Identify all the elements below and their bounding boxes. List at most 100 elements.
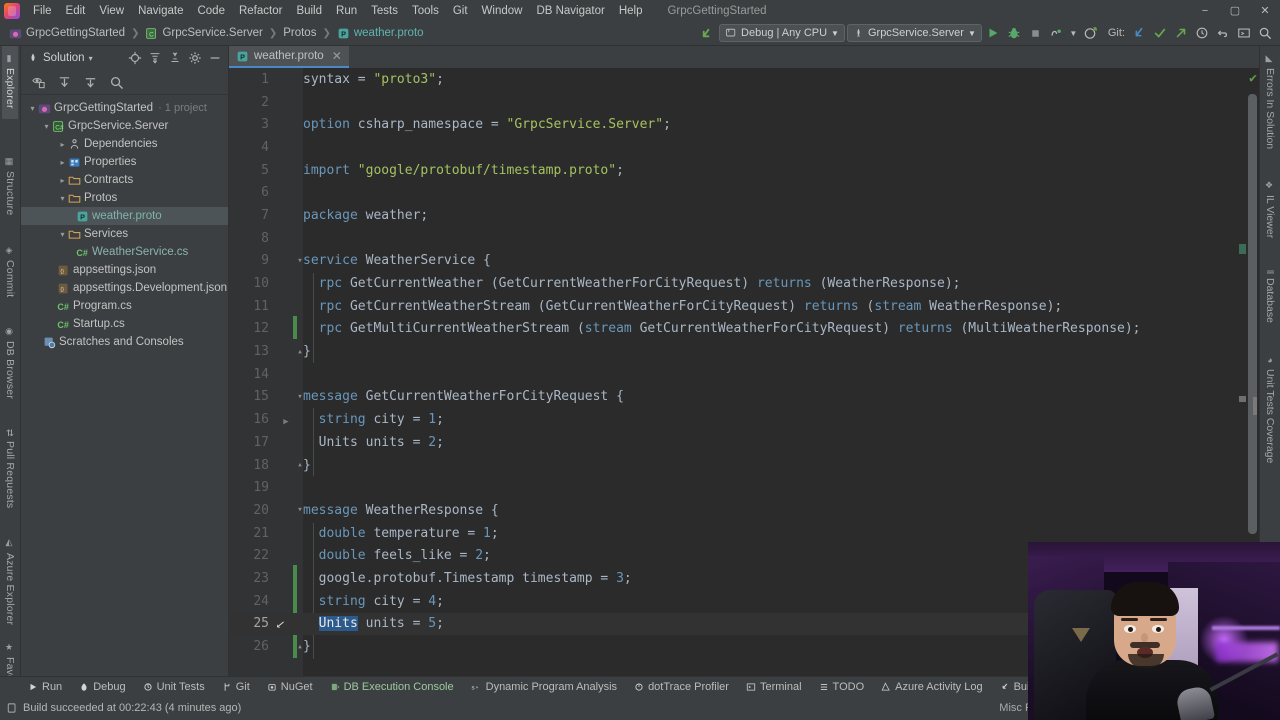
code-line[interactable]: 2 <box>229 91 1259 114</box>
menu-file[interactable]: File <box>26 3 59 19</box>
code-line[interactable]: 20 ▾ message WeatherResponse { <box>229 499 1259 522</box>
breadcrumb-solution[interactable]: GrpcGettingStarted <box>6 26 128 41</box>
code-text[interactable]: service WeatherService { <box>303 253 491 268</box>
tree-item-weather-proto[interactable]: P weather.proto <box>21 207 228 225</box>
code-line[interactable]: 14 <box>229 363 1259 386</box>
search-icon[interactable] <box>107 73 126 92</box>
menu-edit[interactable]: Edit <box>59 3 93 19</box>
git-update-button[interactable] <box>1129 24 1148 43</box>
breadcrumb-project[interactable]: C GrpcService.Server <box>142 26 265 41</box>
stop-button[interactable] <box>1026 24 1045 43</box>
tree-item-protos[interactable]: ▾ Protos <box>21 189 228 207</box>
code-line[interactable]: 1 syntax = "proto3"; <box>229 68 1259 91</box>
git-history-button[interactable] <box>1192 24 1211 43</box>
tool-button-dottrace-profiler[interactable]: dotTrace Profiler <box>632 680 731 694</box>
menu-view[interactable]: View <box>92 3 131 19</box>
minimize-button[interactable]: − <box>1190 0 1220 21</box>
chevron-down-icon[interactable]: ▾ <box>57 193 68 204</box>
tool-button-debug[interactable]: Debug <box>77 680 127 694</box>
stripe-marker[interactable] <box>1239 396 1246 402</box>
solution-view-selector[interactable]: Solution ▾ <box>27 52 93 64</box>
menu-refactor[interactable]: Refactor <box>232 3 289 19</box>
inspection-status-icon[interactable]: ✔ <box>1249 71 1257 86</box>
search-everywhere-button[interactable] <box>1255 24 1274 43</box>
code-line[interactable]: 10 rpc GetCurrentWeather (GetCurrentWeat… <box>229 272 1259 295</box>
tree-item-startup-cs[interactable]: C# Startup.cs <box>21 315 228 333</box>
menu-run[interactable]: Run <box>329 3 364 19</box>
debug-button[interactable] <box>1005 24 1024 43</box>
code-text[interactable]: import "google/protobuf/timestamp.proto"… <box>303 163 624 178</box>
tree-item-properties[interactable]: ▸ Properties <box>21 153 228 171</box>
tool-button-dynamic-program-analysis[interactable]: ѕ◔ Dynamic Program Analysis <box>469 680 619 694</box>
code-text[interactable]: Units units = 5; <box>303 616 444 632</box>
code-text[interactable]: rpc GetMultiCurrentWeatherStream (stream… <box>303 321 1141 336</box>
chevron-down-icon[interactable]: ▾ <box>41 121 52 132</box>
chevron-right-icon[interactable]: ▸ <box>57 157 68 168</box>
back-arrow-icon[interactable] <box>698 24 717 43</box>
code-line[interactable]: 13 ▴} <box>229 340 1259 363</box>
code-line[interactable]: 17 Units units = 2; <box>229 431 1259 454</box>
sidebar-item-errors-in-solution[interactable]: ◣ Errors In Solution <box>1262 46 1278 159</box>
profile-dropdown-icon[interactable]: ▼ <box>1068 24 1079 43</box>
tree-item-project[interactable]: ▾ C# GrpcService.Server <box>21 117 228 135</box>
code-line[interactable]: 19 <box>229 476 1259 499</box>
chevron-down-icon[interactable]: ▾ <box>57 229 68 240</box>
code-text[interactable]: string city = 4; <box>303 594 444 609</box>
profile-button[interactable] <box>1047 24 1066 43</box>
tree-item-program-cs[interactable]: C# Program.cs <box>21 297 228 315</box>
chevron-down-icon[interactable]: ▾ <box>27 103 38 114</box>
code-text[interactable]: syntax = "proto3"; <box>303 72 444 87</box>
run-gutter-icon[interactable]: ▶ <box>279 417 293 427</box>
expand-all-icon[interactable] <box>145 49 164 68</box>
undo-button[interactable] <box>1213 24 1232 43</box>
tree-item-services[interactable]: ▾ Services <box>21 225 228 243</box>
code-line[interactable]: 15 ▾ message GetCurrentWeatherForCityReque… <box>229 386 1259 409</box>
code-line[interactable]: 5 import "google/protobuf/timestamp.proto… <box>229 159 1259 182</box>
fold-expand-icon[interactable]: ▴ <box>293 642 307 652</box>
sidebar-item-il-viewer[interactable]: ❖ IL Viewer <box>1262 173 1278 248</box>
sidebar-item-commit[interactable]: ◈ Commit <box>2 238 18 308</box>
code-text[interactable]: message WeatherResponse { <box>303 503 499 518</box>
breadcrumb-folder[interactable]: Protos <box>280 26 319 40</box>
maximize-button[interactable]: ▢ <box>1220 0 1250 21</box>
sidebar-item-pull-requests[interactable]: ⇄ Pull Requests <box>2 421 18 518</box>
tree-item-contracts[interactable]: ▸ Contracts <box>21 171 228 189</box>
code-text[interactable]: message GetCurrentWeatherForCityRequest … <box>303 389 624 404</box>
code-text[interactable]: Units units = 2; <box>303 435 444 450</box>
code-line[interactable]: 3 option csharp_namespace = "GrpcService.… <box>229 113 1259 136</box>
tool-button-unit-tests[interactable]: Unit Tests <box>141 680 207 694</box>
menu-help[interactable]: Help <box>612 3 650 19</box>
close-button[interactable]: ✕ <box>1250 0 1280 21</box>
code-text[interactable]: google.protobuf.Timestamp timestamp = 3; <box>303 571 632 586</box>
editor-scrollbar[interactable] <box>1248 94 1257 534</box>
tool-button-terminal[interactable]: Terminal <box>744 680 804 694</box>
tool-button-azure-activity-log[interactable]: Azure Activity Log <box>879 680 984 694</box>
run-button[interactable] <box>984 24 1003 43</box>
stripe-marker[interactable] <box>1239 244 1246 254</box>
close-icon[interactable]: ✕ <box>332 49 342 63</box>
code-text[interactable]: rpc GetCurrentWeather (GetCurrentWeather… <box>303 276 961 291</box>
tree-item-appsettings-json[interactable]: {} appsettings.json <box>21 261 228 279</box>
code-text[interactable]: option csharp_namespace = "GrpcService.S… <box>303 117 671 132</box>
tool-button-db-execution-console[interactable]: DB Execution Console <box>328 680 456 694</box>
settings-gear-icon[interactable] <box>185 49 204 68</box>
sidebar-item-database[interactable]: ⦀ Database <box>1262 262 1278 333</box>
code-text[interactable]: double feels_like = 2; <box>303 548 491 563</box>
menu-build[interactable]: Build <box>289 3 329 19</box>
menu-navigate[interactable]: Navigate <box>131 3 190 19</box>
tool-button-run[interactable]: Run <box>26 680 64 694</box>
project-configuration-selector[interactable]: GrpcService.Server ▼ <box>846 24 982 42</box>
fold-collapse-icon[interactable]: ▾ <box>293 256 307 266</box>
menu-window[interactable]: Window <box>475 3 530 19</box>
code-line[interactable]: 8 <box>229 227 1259 250</box>
collapse-all-icon[interactable] <box>165 49 184 68</box>
export-icon[interactable] <box>81 73 100 92</box>
tool-button-nuget[interactable]: NuGet <box>265 680 315 694</box>
code-line[interactable]: 7 package weather; <box>229 204 1259 227</box>
sidebar-item-db-browser[interactable]: ◉ DB Browser <box>2 319 18 409</box>
tree-item-weather-service-cs[interactable]: C# WeatherService.cs <box>21 243 228 261</box>
tool-button-git[interactable]: Git <box>220 680 252 694</box>
code-line[interactable]: 12 rpc GetMultiCurrentWeatherStream (str… <box>229 318 1259 341</box>
git-commit-button[interactable] <box>1150 24 1169 43</box>
status-build-info[interactable]: Build succeeded at 00:22:43 (4 minutes a… <box>6 702 241 714</box>
